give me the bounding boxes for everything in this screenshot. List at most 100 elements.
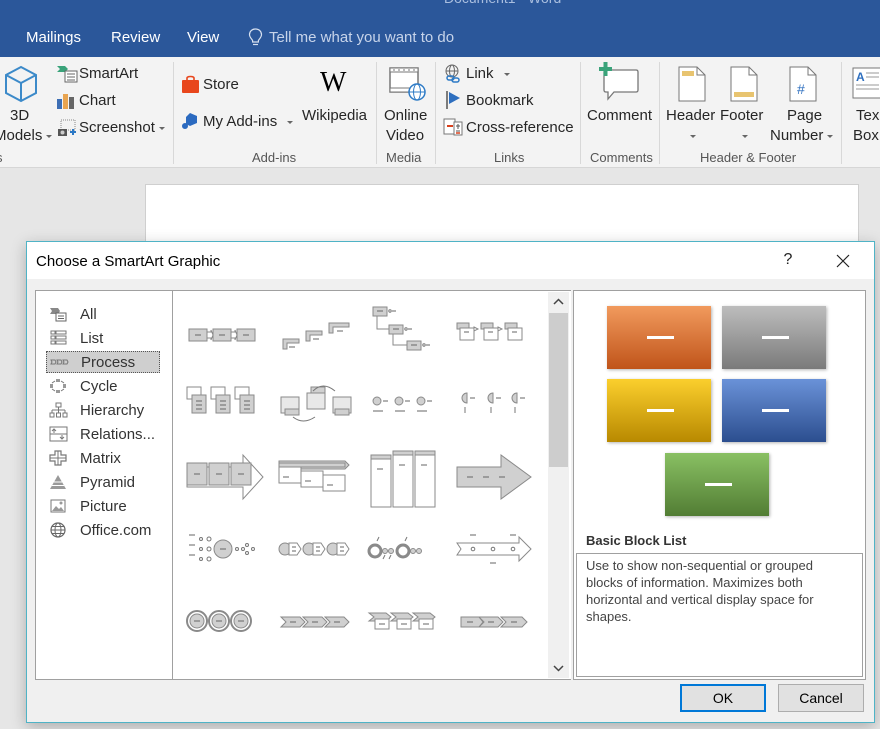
- my-addins-label: My Add-ins: [203, 113, 294, 130]
- vertical-bending-process-icon: [273, 661, 355, 680]
- layout-thumbnail-partial-4[interactable]: [453, 661, 535, 679]
- layout-thumbnail-step-down-process[interactable]: [363, 301, 445, 365]
- layout-gallery: [172, 290, 571, 680]
- 3d-models-label-line2: Models: [0, 127, 53, 144]
- layout-thumbnail-circle-arrow-process[interactable]: [273, 517, 355, 581]
- text-box-label-line1: Tex: [856, 107, 880, 124]
- screenshot-icon: [58, 119, 76, 136]
- layout-thumbnail-partial-3[interactable]: [363, 661, 445, 679]
- ok-button[interactable]: OK: [680, 684, 766, 712]
- category-label: Picture: [80, 497, 127, 515]
- chevron-list-icon: [460, 616, 528, 628]
- chevron-down-icon: [742, 135, 748, 138]
- layout-thumbnail-vertical-chevron-list[interactable]: [363, 445, 445, 509]
- layout-thumbnail-circle-accent-timeline[interactable]: [453, 373, 535, 437]
- link-icon: [445, 64, 460, 83]
- category-item-list[interactable]: List: [46, 327, 160, 349]
- comment-label: Comment: [587, 107, 653, 124]
- category-item-picture[interactable]: Picture: [46, 495, 160, 517]
- tell-me-search[interactable]: Tell me what you want to do: [248, 28, 454, 47]
- layout-name: Basic Block List: [586, 533, 687, 548]
- gallery-scrollbar[interactable]: [548, 292, 569, 678]
- layout-thumbnail-closed-chevron-process[interactable]: [363, 589, 445, 653]
- ribbon-divider: [841, 62, 842, 164]
- category-item-relations[interactable]: Relations...: [46, 423, 160, 445]
- layout-thumbnail-accent-process[interactable]: [453, 301, 535, 365]
- picture-icon: [48, 498, 68, 514]
- category-item-all[interactable]: All: [46, 303, 160, 325]
- category-item-process[interactable]: Process: [46, 351, 160, 373]
- page-number-icon: #: [789, 66, 817, 102]
- category-label: All: [80, 305, 97, 323]
- sub-step-process-icon: [183, 661, 265, 680]
- category-item-pyramid[interactable]: Pyramid: [46, 471, 160, 493]
- layout-description: Use to show non-sequential or grouped bl…: [576, 553, 863, 677]
- preview-panel: Basic Block List Use to show non-sequent…: [573, 290, 866, 680]
- ribbon-divider: [435, 62, 436, 164]
- continuous-arrow-process-icon: [278, 460, 350, 492]
- layout-thumbnail-basic-process[interactable]: [183, 301, 265, 365]
- close-icon[interactable]: [835, 253, 851, 269]
- vertical-chevron-list-icon: [370, 450, 436, 508]
- layout-thumbnail-continuous-arrow-process[interactable]: [273, 445, 355, 509]
- category-item-cycle[interactable]: Cycle: [46, 375, 160, 397]
- text-box-icon: A: [852, 67, 880, 99]
- help-button[interactable]: ?: [781, 251, 795, 269]
- chevron-down-icon: [690, 135, 696, 138]
- layout-thumbnail-continuous-block-process[interactable]: [273, 373, 355, 437]
- layout-thumbnail-alternating-flow[interactable]: [183, 373, 265, 437]
- category-label: Hierarchy: [80, 401, 145, 419]
- layout-thumbnail-arrow-timeline[interactable]: [453, 517, 535, 581]
- layout-thumbnail-step-up-process[interactable]: [273, 301, 355, 365]
- group-label-addins: Add-ins: [252, 150, 297, 165]
- scroll-thumb[interactable]: [549, 313, 568, 467]
- layout-thumbnail-sub-step-process[interactable]: [183, 661, 265, 680]
- relationship-icon: [48, 426, 68, 442]
- layout-thumbnail-converging-dots[interactable]: [183, 517, 265, 581]
- basic-timeline-icon: [372, 396, 432, 412]
- category-label: List: [80, 329, 104, 347]
- scroll-up-arrow-icon[interactable]: [548, 292, 569, 312]
- bookmark-label: Bookmark: [466, 92, 534, 109]
- layout-thumbnail-interconnected-rings[interactable]: [183, 589, 265, 653]
- layout-thumbnail-dotted-rings[interactable]: [363, 517, 445, 581]
- text-box-label-line2: Box: [853, 127, 879, 144]
- layout-thumbnail-process-arrows[interactable]: [183, 445, 265, 509]
- category-label: Office.com: [80, 521, 152, 539]
- category-item-office-com[interactable]: Office.com: [46, 519, 160, 541]
- tab-review[interactable]: Review: [111, 29, 160, 46]
- cross-reference-label: Cross-reference: [466, 119, 574, 136]
- category-item-matrix[interactable]: Matrix: [46, 447, 160, 469]
- category-item-hierarchy[interactable]: Hierarchy: [46, 399, 160, 421]
- tab-view[interactable]: View: [187, 29, 219, 46]
- page-number-label-line1: Page: [787, 107, 823, 124]
- layout-thumbnail-basic-chevron-process[interactable]: [273, 589, 355, 653]
- tab-mailings[interactable]: Mailings: [26, 29, 81, 46]
- chevron-down-icon: [827, 134, 834, 138]
- continuous-block-process-icon: [280, 385, 352, 422]
- comment-icon: [599, 62, 639, 101]
- cancel-button[interactable]: Cancel: [778, 684, 864, 712]
- header-icon: [678, 66, 706, 102]
- smartart-label: SmartArt: [79, 65, 139, 82]
- category-list: All List Process Cycle Hierarchy Relations...…: [35, 290, 172, 680]
- chart-icon: [57, 94, 74, 109]
- bookmark-icon: [446, 91, 460, 109]
- wikipedia-label: Wikipedia: [302, 107, 368, 124]
- scroll-down-arrow-icon[interactable]: [548, 658, 569, 678]
- layout-thumbnail-basic-timeline[interactable]: [363, 373, 445, 437]
- arrow-timeline-icon: [456, 534, 532, 564]
- basic-chevron-process-icon: [279, 616, 350, 628]
- layout-thumbnail-upward-arrow[interactable]: [453, 445, 535, 509]
- layout-thumbnail-vertical-bending-process[interactable]: [273, 661, 355, 680]
- layout-thumbnail-chevron-list[interactable]: [453, 589, 535, 653]
- alternating-flow-icon: [186, 386, 255, 414]
- lightbulb-icon: [248, 28, 263, 46]
- my-addins-text: My Add-ins: [203, 113, 278, 130]
- online-video-icon: [389, 67, 426, 101]
- tell-me-placeholder: Tell me what you want to do: [269, 29, 455, 46]
- converging-dots-icon: [189, 534, 255, 562]
- online-video-label-line2: Video: [386, 127, 425, 144]
- chevron-down-icon: [287, 120, 294, 124]
- dialog-title-bar[interactable]: Choose a SmartArt Graphic ?: [27, 242, 874, 279]
